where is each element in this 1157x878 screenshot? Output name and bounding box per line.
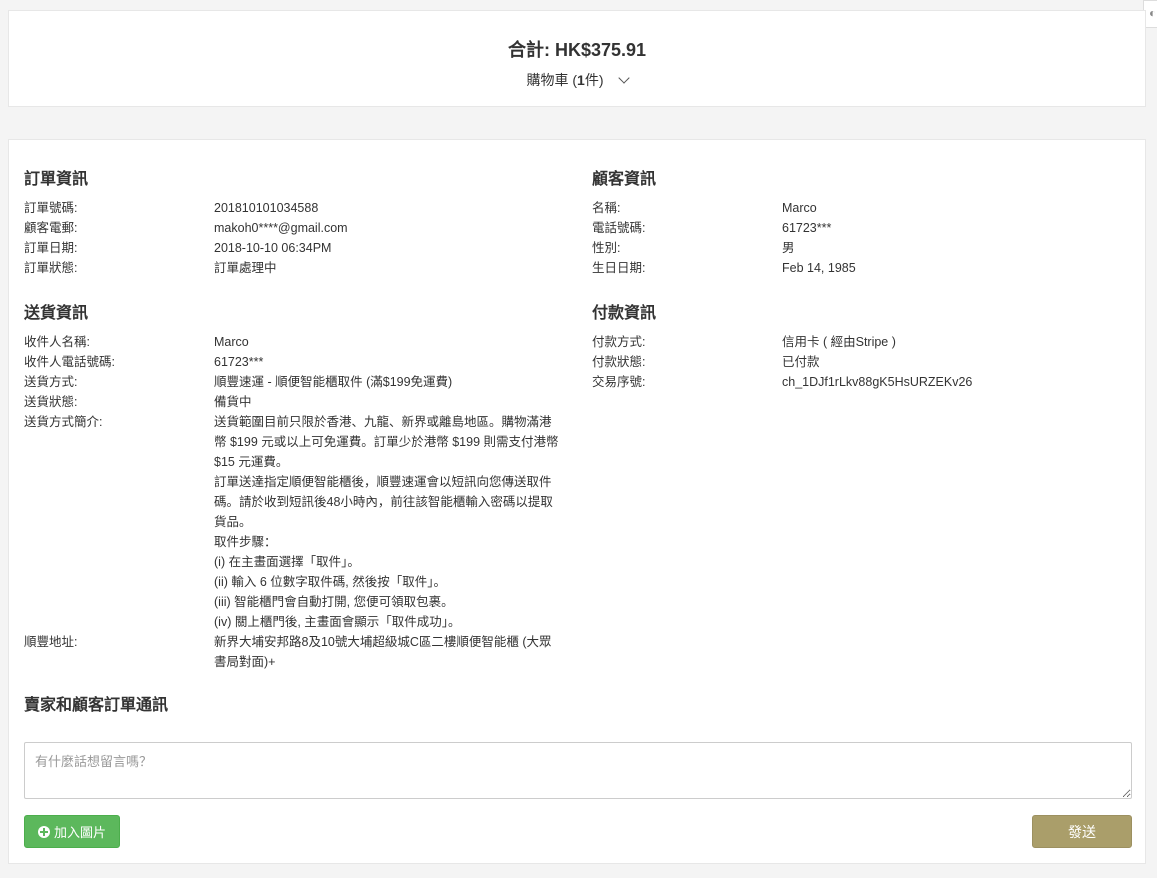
messages-title: 賣家和顧客訂單通訊 xyxy=(24,697,169,714)
payment-info-section: 付款資訊 付款方式: 信用卡 ( 經由Stripe ) 付款狀態: 已付款交易序號: c… xyxy=(592,299,1129,392)
info-row: 訂單號碼: 201810101034588 xyxy=(24,198,561,218)
info-value: Feb 14, 1985 xyxy=(782,261,856,275)
order-info-title: 訂單資訊 xyxy=(24,171,89,188)
info-value: 201810101034588 xyxy=(214,201,319,215)
sf-address-row: 順豐地址: 新界大埔安邦路8及10號大埔超級城C區二樓順便智能櫃 (大眾書局對面… xyxy=(24,632,561,672)
order-info-section: 訂單資訊 訂單號碼: 201810101034588 顧客電郵: makoh0****… xyxy=(24,165,561,278)
total-label: 合計: xyxy=(507,40,550,60)
info-value: 已付款 xyxy=(782,355,820,369)
info-value: Marco xyxy=(214,335,249,349)
info-label: 訂單號碼: xyxy=(24,201,78,215)
customer-info-section: 顧客資訊 名稱: Marco 電話號碼: 61723*** 性別: 男生日日期: Feb 1… xyxy=(592,165,1129,278)
info-row: 收件人電話號碼: 61723*** xyxy=(24,352,561,372)
sf-address-value: 新界大埔安邦路8及10號大埔超級城C區二樓順便智能櫃 (大眾書局對面)+ xyxy=(214,635,552,669)
delivery-info-title: 送貨資訊 xyxy=(24,305,89,322)
cart-suffix: 件) xyxy=(584,72,604,88)
info-icon: ◐ xyxy=(1149,6,1157,20)
cart-toggle[interactable]: 購物車 (1件) xyxy=(526,70,630,90)
info-row: 交易序號: ch_1DJf1rLkv88gK5HsURZEKv26 xyxy=(592,372,1129,392)
cart-count: 1 xyxy=(577,72,585,88)
cart-label: 購物車 ( xyxy=(526,72,578,88)
sf-address-label: 順豐地址: xyxy=(24,635,78,649)
info-value: 61723*** xyxy=(782,221,832,235)
info-label: 顧客電郵: xyxy=(24,221,78,235)
info-row: 付款狀態: 已付款 xyxy=(592,352,1129,372)
info-row: 送貨狀態: 備貨中 xyxy=(24,392,561,412)
info-row: 付款方式: 信用卡 ( 經由Stripe ) xyxy=(592,332,1129,352)
info-label: 交易序號: xyxy=(592,375,646,389)
info-row: 生日日期: Feb 14, 1985 xyxy=(592,258,1129,278)
info-value: 男 xyxy=(782,241,795,255)
info-row: 電話號碼: 61723*** xyxy=(592,218,1129,238)
info-label: 付款狀態: xyxy=(592,355,646,369)
message-input[interactable] xyxy=(24,742,1132,799)
delivery-info-section: 送貨資訊 收件人名稱: Marco 收件人電話號碼: 61723*** 送貨方式: 順豐速… xyxy=(24,299,561,672)
info-value: makoh0****@gmail.com xyxy=(214,221,348,235)
order-total: 合計: HK$375.91 xyxy=(9,36,1145,62)
description-line: 訂單送達指定順便智能櫃後，順豐速運會以短訊向您傳送取件碼。請於收到短訊後48小時… xyxy=(214,475,553,529)
plus-circle-icon xyxy=(37,825,50,838)
info-label: 訂單狀態: xyxy=(24,261,78,275)
delivery-description-label: 送貨方式簡介: xyxy=(24,415,103,429)
info-label: 送貨狀態: xyxy=(24,395,78,409)
send-button[interactable]: 發送 xyxy=(1032,815,1132,848)
info-label: 性別: xyxy=(592,241,621,255)
info-label: 收件人名稱: xyxy=(24,335,90,349)
add-image-button[interactable]: 加入圖片 xyxy=(24,815,120,848)
info-label: 電話號碼: xyxy=(592,221,646,235)
info-row: 顧客電郵: makoh0****@gmail.com xyxy=(24,218,561,238)
info-value: 61723*** xyxy=(214,355,264,369)
info-value: 訂單處理中 xyxy=(214,261,277,275)
info-row: 名稱: Marco xyxy=(592,198,1129,218)
order-summary-card: 合計: HK$375.91 購物車 (1件) xyxy=(8,10,1146,107)
customer-info-title: 顧客資訊 xyxy=(592,171,657,188)
info-label: 收件人電話號碼: xyxy=(24,355,115,369)
info-label: 名稱: xyxy=(592,201,621,215)
info-label: 付款方式: xyxy=(592,335,646,349)
order-detail-card: 訂單資訊 訂單號碼: 201810101034588 顧客電郵: makoh0****… xyxy=(8,139,1146,864)
payment-info-title: 付款資訊 xyxy=(592,305,657,322)
info-row: 訂單日期: 2018-10-10 06:34PM xyxy=(24,238,561,258)
info-value: 2018-10-10 06:34PM xyxy=(214,241,332,255)
info-value: 信用卡 ( 經由Stripe ) xyxy=(782,335,896,349)
description-line: 取件步驟： xyxy=(214,535,277,549)
info-value: Marco xyxy=(782,201,817,215)
info-row: 性別: 男 xyxy=(592,238,1129,258)
delivery-description-row: 送貨方式簡介: 送貨範圍目前只限於香港、九龍、新界或離島地區。購物滿港幣 $19… xyxy=(24,412,561,632)
info-value: ch_1DJf1rLkv88gK5HsURZEKv26 xyxy=(782,375,973,389)
description-line: (i) 在主畫面選擇「取件」。 xyxy=(214,555,360,569)
description-line: 送貨範圍目前只限於香港、九龍、新界或離島地區。購物滿港幣 $199 元或以上可免… xyxy=(214,415,559,469)
info-row: 收件人名稱: Marco xyxy=(24,332,561,352)
info-row: 送貨方式: 順豐速運 - 順便智能櫃取件 (滿$199免運費) xyxy=(24,372,561,392)
add-image-label: 加入圖片 xyxy=(53,825,106,840)
info-label: 訂單日期: xyxy=(24,241,78,255)
info-value: 備貨中 xyxy=(214,395,252,409)
info-label: 生日日期: xyxy=(592,261,646,275)
delivery-description: 送貨範圍目前只限於香港、九龍、新界或離島地區。購物滿港幣 $199 元或以上可免… xyxy=(214,412,561,632)
description-line: (iv) 關上櫃門後, 主畫面會顯示「取件成功」。 xyxy=(214,615,461,629)
chevron-down-icon xyxy=(617,72,630,84)
description-line: (ii) 輸入 6 位數字取件碼, 然後按「取件」。 xyxy=(214,575,446,589)
info-value: 順豐速運 - 順便智能櫃取件 (滿$199免運費) xyxy=(214,375,453,389)
info-label: 送貨方式: xyxy=(24,375,78,389)
info-row: 訂單狀態: 訂單處理中 xyxy=(24,258,561,278)
total-value: HK$375.91 xyxy=(554,40,647,60)
description-line: (iii) 智能櫃門會自動打開, 您便可領取包裹。 xyxy=(214,595,454,609)
